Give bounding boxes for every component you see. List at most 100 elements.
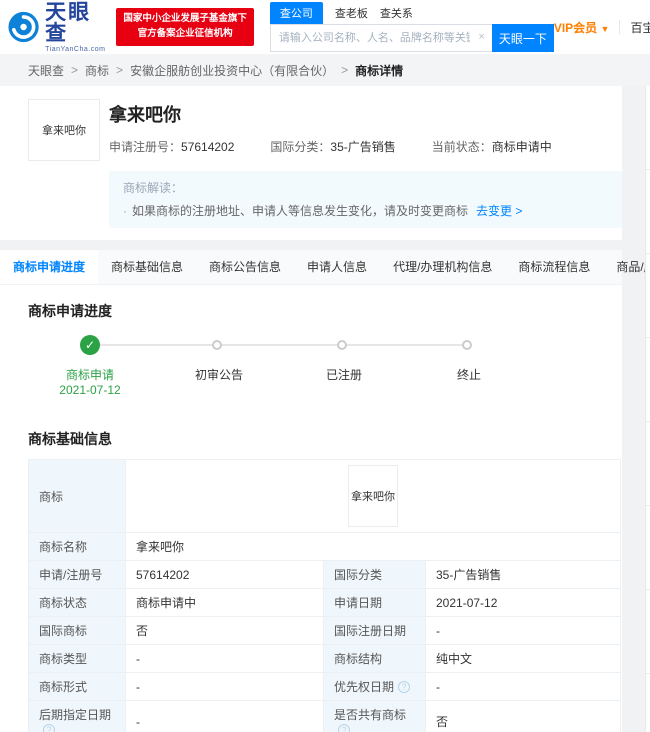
help-icon[interactable]: ? — [43, 724, 55, 732]
breadcrumb-separator: > — [341, 63, 349, 77]
progress-stepper: ✓ 商标申请 2021-07-12 初审公告 已注册 终止 — [28, 335, 594, 407]
trademark-interpretation-box: 商标解读： · 如果商标的注册地址、申请人等信息发生变化，请及时变更商标 去变更 > — [109, 171, 622, 228]
basic-info-heading: 商标基础信息 — [28, 431, 112, 447]
tab-item[interactable]: 商品/服务项目 — [603, 250, 650, 284]
search-tab-item[interactable]: 查关系 — [380, 2, 413, 24]
table-row: 商标名称 拿来吧你 — [28, 532, 622, 561]
tianyancha-logo[interactable]: 天眼查 TianYanCha.com — [8, 2, 108, 53]
status-value: 商标申请中 — [491, 140, 552, 154]
info-value: 57614202 — [125, 560, 324, 589]
info-value: - — [125, 672, 324, 701]
trademark-image[interactable]: 拿来吧你 — [348, 465, 399, 527]
progress-heading: 商标申请进度 — [28, 303, 112, 319]
step-pending-icon — [462, 340, 472, 350]
search-tab-item[interactable]: 查公司 — [269, 2, 323, 24]
search-button[interactable]: 天眼一下 — [491, 24, 554, 52]
brand-name: 天眼查 — [45, 0, 92, 45]
tab-item[interactable]: 商标公告信息 — [196, 250, 294, 284]
table-row: 商标类型 - 商标结构 纯中文 — [28, 644, 622, 673]
chevron-down-icon: ▼ — [600, 23, 610, 34]
step-label: 商标申请 — [65, 368, 114, 382]
header-search: 查公司查老板查关系 × 天眼一下 — [269, 2, 554, 52]
table-row: 国际商标否国际注册日期 - — [28, 616, 622, 645]
info-value: 商标申请中 — [125, 588, 324, 617]
info-label: 商标类型 — [28, 644, 126, 673]
info-value: 35-广告销售 — [424, 560, 622, 589]
tab-item[interactable]: 商标申请进度 — [0, 250, 99, 284]
breadcrumb-link[interactable]: 天眼查 — [28, 62, 64, 79]
info-label: 商标结构 — [323, 644, 426, 673]
eye-swirl-icon — [8, 11, 39, 43]
table-row: 商标状态 商标申请中 申请日期 2021-07-12 — [28, 588, 622, 617]
breadcrumb-current: 商标详情 — [355, 63, 404, 78]
help-icon[interactable]: ? — [398, 681, 411, 693]
detail-tabbar: 商标申请进度 商标基础信息 商标公告信息 申请人信息 代理/办理机构信息 商标流程信息 商品… — [0, 250, 650, 285]
info-value: 纯中文 — [424, 644, 622, 673]
brand-domain: TianYanCha.com — [45, 45, 106, 53]
info-label: 国际分类 — [323, 560, 426, 589]
trademark-header-card: 拿来吧你 拿来吧你 申请注册号：57614202 国际分类：35-广告销售 当前… — [0, 86, 622, 240]
breadcrumb-link[interactable]: 商标 — [85, 62, 109, 79]
step-date: 2021-07-12 — [59, 383, 121, 397]
toolbox-menu[interactable]: 百宝箱 — [630, 19, 650, 36]
tab-item[interactable]: 商标基础信息 — [98, 250, 196, 284]
tab-item[interactable]: 代理/办理机构信息 — [380, 250, 505, 284]
info-label: 商标 — [28, 459, 126, 533]
step-pending-icon — [337, 340, 347, 350]
info-label: 商标状态 — [28, 588, 126, 617]
tab-item[interactable]: 商标流程信息 — [505, 250, 603, 284]
search-input[interactable] — [269, 24, 492, 52]
table-row: 后期指定日期? - 是否共有商标? 否 — [28, 700, 622, 732]
vip-member-menu[interactable]: VIP会员 ▼ — [554, 19, 610, 36]
info-value: 拿来吧你 — [124, 532, 622, 561]
info-label: 国际注册日期 — [323, 616, 426, 645]
info-label: 申请/注册号 — [28, 560, 126, 589]
info-label: 优先权日期? — [323, 672, 426, 701]
info-value: 2021-07-12 — [424, 588, 622, 617]
info-label: 商标名称 — [28, 532, 126, 561]
top-header: 天眼查 TianYanCha.com 国家中小企业发展子基金旗下 官方备案企业征… — [0, 0, 650, 54]
step-label: 终止 — [456, 368, 481, 382]
info-label: 是否共有商标? — [323, 700, 426, 732]
breadcrumb: 天眼查 > 商标 > 安徽企服舫创业投资中心（有限合伙） > 商标详情 — [0, 54, 650, 86]
go-change-link[interactable]: 去变更 > — [476, 204, 522, 218]
info-value: - — [125, 644, 324, 673]
reg-no-label: 申请注册号： — [109, 140, 182, 154]
table-row: 商标 拿来吧你 — [28, 459, 622, 533]
right-panel-sliver — [645, 86, 650, 732]
trademark-thumbnail[interactable]: 拿来吧你 — [28, 99, 100, 161]
main-content: 商标申请进度 ✓ 商标申请 2021-07-12 初审公告 已注册 终止 商标基础信息 商… — [0, 285, 622, 732]
info-value: 否 — [424, 700, 622, 732]
tab-item[interactable]: 申请人信息 — [294, 250, 380, 284]
breadcrumb-separator: > — [116, 63, 124, 77]
info-label: 国际商标 — [28, 616, 126, 645]
step-label: 已注册 — [325, 368, 362, 382]
interpretation-tip: 如果商标的注册地址、申请人等信息发生变化，请及时变更商标 — [132, 204, 469, 218]
basic-info-table: 商标 拿来吧你 商标名称 拿来吧你 申请/注册号 57614202 国际分类 35-广告销… — [28, 459, 622, 732]
page-title: 拿来吧你 — [109, 105, 181, 125]
search-tab-item[interactable]: 查老板 — [335, 2, 368, 24]
reg-no-value: 57614202 — [181, 140, 235, 154]
breadcrumb-link[interactable]: 安徽企服舫创业投资中心（有限合伙） — [130, 62, 334, 79]
info-value: - — [424, 672, 622, 701]
clear-input-icon[interactable]: × — [478, 31, 484, 43]
table-row: 申请/注册号 57614202 国际分类 35-广告销售 — [28, 560, 622, 589]
bullet: · — [123, 204, 127, 218]
stepper-line — [90, 344, 469, 346]
class-label: 国际分类： — [270, 140, 331, 154]
gov-certification-badge: 国家中小企业发展子基金旗下 官方备案企业征信机构 — [116, 8, 254, 46]
info-value: - — [125, 700, 324, 732]
step-pending-icon — [212, 340, 222, 350]
interpretation-title: 商标解读： — [123, 181, 184, 195]
step-label: 初审公告 — [194, 368, 243, 382]
info-value: 否 — [125, 616, 324, 645]
info-label: 申请日期 — [323, 588, 426, 617]
info-label: 后期指定日期? — [28, 700, 126, 732]
header-divider — [619, 20, 621, 34]
info-label: 商标形式 — [28, 672, 126, 701]
help-icon[interactable]: ? — [338, 724, 350, 732]
step-done-icon: ✓ — [80, 335, 100, 355]
info-value: 拿来吧你 — [124, 459, 622, 533]
breadcrumb-separator: > — [71, 63, 79, 77]
